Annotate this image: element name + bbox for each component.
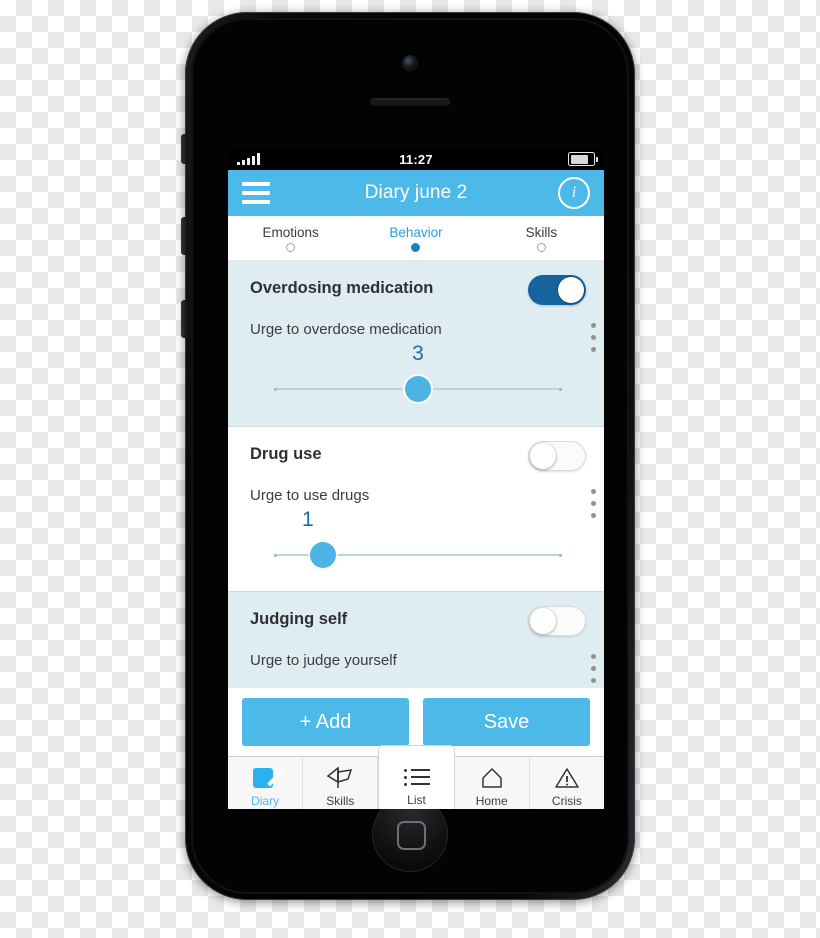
info-icon[interactable]: i [558, 177, 590, 209]
urge-slider[interactable] [274, 538, 562, 572]
volume-up-button[interactable] [181, 217, 188, 255]
card-toggle-switch[interactable] [528, 441, 586, 471]
behavior-card-judging-self: Judging self Urge to judge yourself [228, 591, 604, 688]
bulleted-list-icon [403, 764, 430, 790]
status-bar: 11:27 [228, 148, 604, 170]
tabbar-item-crisis-label: Crisis [551, 793, 582, 808]
status-bar-clock: 11:27 [399, 151, 433, 167]
home-button-square [397, 821, 426, 850]
bottom-tab-bar: Diary Skills List Home Crisis [228, 745, 604, 809]
card-subtitle: Urge to judge yourself [250, 652, 397, 669]
more-vertical-icon[interactable] [591, 489, 596, 518]
slider-cap-left [274, 387, 277, 391]
front-camera-icon [403, 56, 417, 70]
tab-skills-indicator [536, 242, 546, 252]
more-vertical-icon[interactable] [591, 654, 596, 683]
card-subtitle: Urge to overdose medication [250, 321, 442, 338]
card-title: Drug use [250, 445, 322, 463]
tabbar-item-skills-label: Skills [326, 793, 355, 808]
behavior-card-overdosing-medication: Overdosing medication Urge to overdose m… [228, 261, 604, 426]
slider-cap-right [559, 387, 562, 391]
urge-slider[interactable] [274, 372, 562, 406]
slider-thumb[interactable] [309, 542, 336, 568]
mute-switch[interactable] [181, 134, 188, 164]
slider-cap-right [559, 553, 562, 557]
info-icon-glyph: i [571, 184, 577, 201]
tabbar-item-diary[interactable]: Diary [228, 757, 304, 809]
card-subtitle: Urge to use drugs [250, 487, 370, 504]
tab-emotions[interactable]: Emotions [228, 216, 353, 260]
tab-emotions-indicator [286, 242, 296, 252]
tabbar-item-list[interactable]: List [378, 745, 455, 809]
slider-cap-left [274, 553, 277, 557]
save-button[interactable]: Save [423, 698, 590, 746]
card-header: Judging self [250, 606, 586, 636]
add-button[interactable]: + Add [242, 698, 409, 746]
section-tabs: Emotions Behavior Skills [228, 216, 604, 261]
app-navigation-bar: Diary june 2 i [228, 170, 604, 216]
tab-behavior-indicator [411, 242, 421, 252]
toggle-knob [530, 608, 556, 634]
card-toggle-switch[interactable] [528, 275, 586, 305]
card-header: Overdosing medication [250, 275, 586, 305]
tab-behavior-label: Behavior [389, 224, 443, 240]
diary-pencil-icon [253, 765, 285, 791]
earpiece-speaker-icon [370, 98, 450, 107]
warning-triangle-icon [554, 765, 580, 791]
tab-behavior[interactable]: Behavior [353, 216, 478, 260]
card-urge-value: 1 [302, 508, 314, 531]
toggle-knob [558, 277, 584, 303]
phone-bezel: 11:27 Diary june 2 i Emotions Behavior S… [191, 18, 629, 894]
behavior-card-list[interactable]: Overdosing medication Urge to overdose m… [228, 261, 604, 688]
tabbar-item-diary-label: Diary [251, 793, 280, 808]
tabbar-item-home[interactable]: Home [455, 757, 530, 809]
tabbar-item-skills[interactable]: Skills [303, 757, 379, 809]
tab-skills[interactable]: Skills [479, 216, 604, 260]
tab-skills-label: Skills [525, 224, 558, 240]
card-header: Drug use [250, 441, 586, 471]
more-vertical-icon[interactable] [591, 323, 596, 352]
tabbar-item-list-label: List [407, 793, 426, 807]
card-urge-value: 3 [412, 342, 424, 365]
tab-emotions-label: Emotions [262, 224, 319, 240]
battery-icon [568, 152, 598, 166]
flag-kite-icon [326, 765, 354, 791]
phone-device: 11:27 Diary june 2 i Emotions Behavior S… [181, 12, 635, 900]
slider-thumb[interactable] [405, 376, 431, 402]
toggle-knob [530, 443, 556, 469]
behavior-card-drug-use: Drug use Urge to use drugs 1 [228, 426, 604, 591]
hamburger-menu-icon[interactable] [242, 182, 270, 204]
card-title: Judging self [250, 610, 348, 628]
phone-screen: 11:27 Diary june 2 i Emotions Behavior S… [228, 148, 604, 809]
tabbar-item-crisis[interactable]: Crisis [530, 757, 604, 809]
card-title: Overdosing medication [250, 279, 434, 297]
tabbar-item-home-label: Home [475, 793, 508, 808]
card-toggle-switch[interactable] [528, 606, 586, 636]
house-icon [480, 765, 504, 791]
volume-down-button[interactable] [181, 300, 188, 338]
page-title: Diary june 2 [364, 182, 468, 203]
